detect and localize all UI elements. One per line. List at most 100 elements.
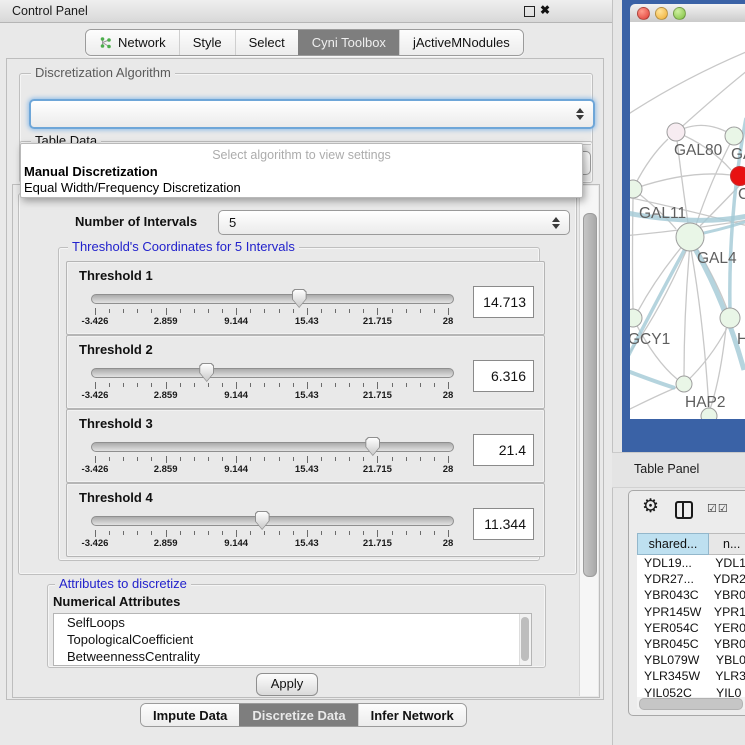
attribute-item-topologicalcoefficient[interactable]: TopologicalCoefficient [54,631,531,648]
attribute-item-selfloops[interactable]: SelfLoops [54,614,531,631]
close-window-icon[interactable]: ✖ [540,3,550,17]
apply-button[interactable]: Apply [256,673,318,696]
num-intervals-value: 5 [229,215,236,230]
threshold-label: Threshold 1 [79,268,153,283]
threshold-slider-handle[interactable] [199,363,214,382]
attributes-scrollbar[interactable] [519,614,531,665]
table-cell: YBR0 [707,637,745,651]
table-cell: YER054C [637,621,707,635]
table-row[interactable]: YBR043CYBR0 [637,587,745,603]
threshold-value-field[interactable]: 14.713 [473,286,534,318]
cyni-toolbox-panel: Discretization Algorithm Select algorith… [6,58,604,700]
threshold-value-field[interactable]: 21.4 [473,434,534,466]
table-cell: YBR043C [637,588,707,602]
table-cell: YDL19... [637,556,708,570]
network-window-titlebar [630,4,745,23]
column-header-shared[interactable]: shared... [637,533,709,555]
table-cell: YPR145W [637,605,707,619]
network-canvas[interactable]: GAL80 GA C GAL11 GAL4 GCY1 H HAP2 [630,22,745,419]
settings-vertical-scrollbar[interactable] [579,186,598,696]
control-panel-titlebar: Control Panel ✖ [0,0,612,23]
attribute-item-betweennesscentrality[interactable]: BetweennessCentrality [54,648,531,665]
label-gal4: GAL4 [697,250,737,267]
tab-label: Style [193,35,222,50]
table-row[interactable]: YER054CYER0 [637,620,745,636]
app-root: Control Panel ✖ Network Style Select Cyni T… [0,0,745,745]
table-cell: YBL0 [709,653,745,667]
settings-scrollbar-thumb[interactable] [583,213,597,577]
tab-label: Cyni Toolbox [312,35,386,50]
gear-icon[interactable]: ⚙ [642,497,659,517]
threshold-slider-track[interactable] [91,368,454,378]
node-gal4[interactable] [676,223,704,251]
threshold-slider-track[interactable] [91,442,454,452]
split-columns-icon[interactable] [675,501,693,519]
table-horizontal-scrollbar[interactable] [637,697,745,709]
threshold-2-panel: Threshold 2-3.4262.8599.14415.4321.71528… [66,335,545,409]
table-row[interactable]: YDL19...YDL1 [637,555,745,571]
node-gal80[interactable] [667,123,685,141]
algorithm-combo[interactable] [29,99,595,129]
table-cell: YPR1 [707,605,745,619]
table-panel-window: ⚙ ☑☑ shared...n... YDL19...YDL1YDR27...Y… [628,490,745,716]
node-red-selected[interactable] [731,167,745,186]
tab-network[interactable]: Network [86,30,179,55]
label-gal11: GAL11 [639,205,686,222]
table-row[interactable]: YDR27...YDR2 [637,571,745,587]
table-panel-title: Table Panel [634,462,699,476]
threshold-label: Threshold 3 [79,416,153,431]
tab-select[interactable]: Select [235,30,298,55]
threshold-4-panel: Threshold 4-3.4262.8599.14415.4321.71528… [66,483,545,557]
close-traffic-light-icon[interactable] [637,7,650,20]
table-cell: YDR27... [637,572,706,586]
checkbox-icons[interactable]: ☑☑ [707,502,729,515]
attribute-items: SelfLoopsTopologicalCoefficientBetweenne… [54,614,531,665]
num-intervals-combo[interactable]: 5 [218,210,570,235]
attributes-scrollbar-thumb[interactable] [521,617,529,661]
minimize-traffic-light-icon[interactable] [655,7,668,20]
node-attribute-table[interactable]: shared...n... YDL19...YDL1YDR27...YDR2YB… [637,533,745,701]
algorithm-option-equal-width[interactable]: Equal Width/Frequency Discretization [24,180,241,195]
network-graph: GAL80 GA C GAL11 GAL4 GCY1 H HAP2 [630,22,745,419]
label-ga: GA [731,146,745,163]
threshold-list: Threshold 1-3.4262.8599.14415.4321.71528… [62,261,534,557]
table-row[interactable]: YBR045CYBR0 [637,636,745,652]
threshold-value-field[interactable]: 11.344 [473,508,534,540]
slider-ticks [95,456,448,463]
table-rows: YDL19...YDL1YDR27...YDR2YBR043CYBR0YPR14… [637,555,745,701]
zoom-traffic-light-icon[interactable] [673,7,686,20]
node-h[interactable] [720,308,740,328]
label-hap2: HAP2 [685,394,726,411]
table-hscrollbar-thumb[interactable] [639,698,743,710]
tab-infer-network[interactable]: Infer Network [358,704,466,726]
tab-style[interactable]: Style [179,30,235,55]
tab-label: jActiveMNodules [413,35,510,50]
numerical-attributes-label: Numerical Attributes [53,594,180,609]
node-ga[interactable] [725,127,743,145]
tab-discretize-data[interactable]: Discretize Data [239,704,357,726]
threshold-slider-handle[interactable] [292,289,307,308]
settings-scroll-region: Interval Definition Number of Intervals … [12,184,600,698]
node-hap2[interactable] [676,376,692,392]
bottom-tabbar: Impute DataDiscretize DataInfer Network [140,703,467,727]
algorithm-placeholder-option[interactable]: Select algorithm to view settings [21,148,582,162]
threshold-value-field[interactable]: 6.316 [473,360,534,392]
table-cell: YER0 [707,621,745,635]
numerical-attributes-list[interactable]: SelfLoopsTopologicalCoefficientBetweenne… [53,613,532,666]
threshold-slider-handle[interactable] [255,511,270,530]
tab-cyni-toolbox[interactable]: Cyni Toolbox [298,30,399,55]
threshold-slider-handle[interactable] [365,437,380,456]
table-row[interactable]: YPR145WYPR1 [637,604,745,620]
tab-jactivemnodules[interactable]: jActiveMNodules [399,30,523,55]
algorithm-option-manual[interactable]: Manual Discretization [24,164,158,179]
table-row[interactable]: YLR345WYLR3 [637,668,745,684]
threshold-slider-track[interactable] [91,516,454,526]
column-header-n[interactable]: n... [709,533,745,555]
window-title: Control Panel [12,4,88,18]
table-row[interactable]: YBL079WYBL0 [637,652,745,668]
float-window-icon[interactable] [524,6,535,17]
table-cell: YBL079W [637,653,709,667]
threshold-slider-track[interactable] [91,294,454,304]
tab-impute-data[interactable]: Impute Data [141,704,239,726]
node-gcy1[interactable] [630,309,642,327]
